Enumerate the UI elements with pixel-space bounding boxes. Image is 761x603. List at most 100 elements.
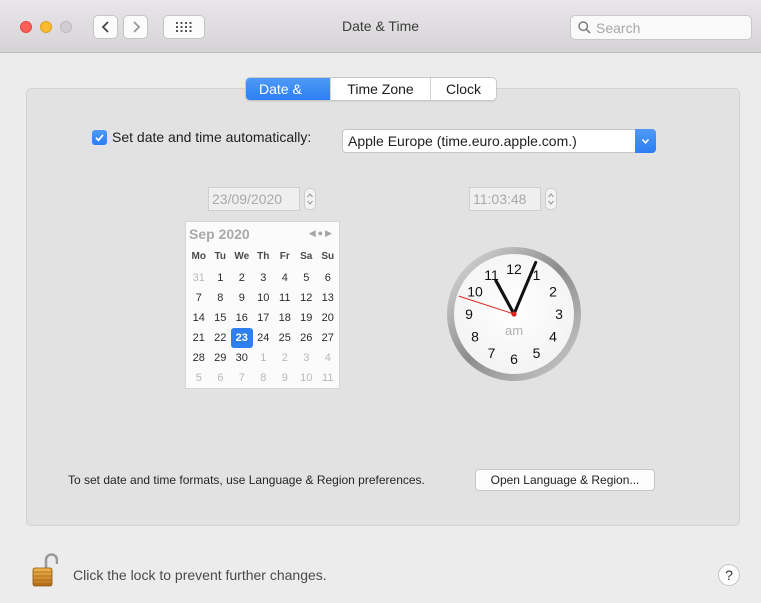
tab-bar: Date & Time Time Zone Clock [245, 77, 497, 101]
calendar-day[interactable]: 22 [210, 328, 232, 348]
calendar-month-label: Sep 2020 [189, 226, 250, 242]
calendar-day[interactable]: 7 [231, 368, 253, 388]
calendar-day[interactable]: 9 [231, 288, 253, 308]
calendar-day[interactable]: 6 [317, 268, 339, 288]
clock-numeral: 7 [488, 345, 496, 361]
title-bar: Date & Time [0, 0, 761, 53]
calendar-day[interactable]: 13 [317, 288, 339, 308]
date-stepper[interactable] [304, 188, 316, 210]
clock-numeral: 5 [533, 345, 541, 361]
stepper-arrows-icon [307, 193, 313, 205]
calendar-day[interactable]: 11 [317, 368, 339, 388]
calendar-day[interactable]: 9 [274, 368, 296, 388]
clock-numeral: 3 [555, 306, 563, 322]
calendar-day[interactable]: 7 [188, 288, 210, 308]
clock-am-pm-label: am [505, 323, 523, 338]
weekday-label: Su [321, 251, 335, 262]
calendar-day[interactable]: 15 [210, 308, 232, 328]
calendar-day[interactable]: 1 [210, 268, 232, 288]
time-server-select[interactable]: Apple Europe (time.euro.apple.com.) [342, 129, 656, 153]
calendar-day[interactable]: 14 [188, 308, 210, 328]
calendar-week-row: 21 22 23 24 25 26 27 [188, 328, 339, 348]
clock-numeral: 6 [510, 351, 518, 367]
calendar-day[interactable]: 20 [317, 308, 339, 328]
calendar-day[interactable]: 25 [274, 328, 296, 348]
calendar-day[interactable]: 19 [296, 308, 318, 328]
time-stepper[interactable] [545, 188, 557, 210]
calendar-day[interactable]: 26 [296, 328, 318, 348]
calendar-weekday-row: Mo Tu We Th Fr Sa Su [188, 248, 339, 268]
calendar-day[interactable]: 16 [231, 308, 253, 328]
weekday-label: Mo [191, 251, 206, 262]
analog-clock: 12 1234567891011 am [447, 247, 581, 381]
calendar-day[interactable]: 31 [188, 268, 210, 288]
tab-time-zone[interactable]: Time Zone [330, 78, 430, 100]
calendar-day[interactable]: 2 [231, 268, 253, 288]
calendar-day[interactable]: 10 [253, 288, 275, 308]
weekday-label: Sa [300, 251, 313, 262]
calendar-week-row: 28 29 30 1 2 3 4 [188, 348, 339, 368]
calendar-day[interactable]: 3 [296, 348, 318, 368]
time-field[interactable]: 11:03:48 [469, 187, 541, 211]
calendar-day[interactable]: 17 [253, 308, 275, 328]
next-month-button[interactable]: ▶ [325, 228, 334, 238]
prev-month-button[interactable]: ◀ [309, 228, 318, 238]
calendar-day[interactable]: 27 [317, 328, 339, 348]
weekday-label: We [234, 251, 250, 262]
weekday-label: Fr [279, 251, 290, 262]
calendar-day[interactable]: 12 [296, 288, 318, 308]
calendar-day[interactable]: 8 [253, 368, 275, 388]
calendar: Sep 2020 ◀●▶ Mo Tu We Th Fr Sa Su 31 1 2 3 4 5 6 7 8 9 10… [185, 221, 340, 389]
calendar-week-row: 14 15 16 17 18 19 20 [188, 308, 339, 328]
auto-time-row: Set date and time automatically: [92, 129, 311, 145]
weekday-label: Tu [214, 251, 226, 262]
today-button[interactable]: ● [318, 228, 325, 238]
calendar-day[interactable]: 24 [253, 328, 275, 348]
calendar-day[interactable]: 5 [296, 268, 318, 288]
calendar-day[interactable]: 2 [274, 348, 296, 368]
unlocked-lock-icon[interactable] [30, 552, 58, 588]
search-field[interactable] [570, 15, 752, 40]
clock-numeral: 8 [471, 329, 479, 345]
dropdown-arrow[interactable] [635, 129, 656, 153]
calendar-day[interactable]: 10 [296, 368, 318, 388]
calendar-day[interactable]: 5 [188, 368, 210, 388]
date-field[interactable]: 23/09/2020 [208, 187, 300, 211]
calendar-day[interactable]: 4 [274, 268, 296, 288]
clock-center-pin [511, 311, 517, 317]
calendar-week-row: 5 6 7 8 9 10 11 [188, 368, 339, 388]
calendar-day[interactable]: 8 [210, 288, 232, 308]
tab-clock[interactable]: Clock [430, 78, 496, 100]
calendar-day[interactable]: 3 [253, 268, 275, 288]
auto-time-label[interactable]: Set date and time automatically: [112, 129, 311, 145]
calendar-day[interactable]: 1 [253, 348, 275, 368]
formats-hint-text: To set date and time formats, use Langua… [68, 473, 425, 487]
calendar-day[interactable]: 23 [231, 328, 253, 348]
checkmark-icon [95, 133, 104, 142]
calendar-day[interactable]: 30 [231, 348, 253, 368]
time-server-value: Apple Europe (time.euro.apple.com.) [348, 133, 577, 149]
clock-numeral: 2 [549, 284, 557, 300]
weekday-label: Th [257, 251, 270, 262]
content-panel [26, 88, 740, 526]
calendar-day[interactable]: 4 [317, 348, 339, 368]
calendar-day[interactable]: 28 [188, 348, 210, 368]
chevron-down-icon [641, 138, 650, 144]
calendar-day[interactable]: 18 [274, 308, 296, 328]
calendar-nav: ◀●▶ [309, 228, 334, 239]
search-input[interactable] [596, 19, 736, 36]
calendar-day[interactable]: 6 [210, 368, 232, 388]
clock-numeral: 10 [467, 284, 483, 300]
calendar-grid: Mo Tu We Th Fr Sa Su 31 1 2 3 4 5 6 7 8 9 10 11 12 13 14 15 16 1… [188, 248, 339, 388]
tab-date-time[interactable]: Date & Time [246, 78, 330, 100]
open-language-region-button[interactable]: Open Language & Region... [475, 469, 655, 491]
auto-time-checkbox[interactable] [92, 129, 107, 145]
calendar-day[interactable]: 21 [188, 328, 210, 348]
calendar-week-row: 31 1 2 3 4 5 6 [188, 268, 339, 288]
clock-numeral: 9 [465, 306, 473, 322]
search-icon [578, 21, 591, 34]
help-button[interactable]: ? [718, 564, 740, 586]
calendar-day[interactable]: 11 [274, 288, 296, 308]
calendar-week-row: 7 8 9 10 11 12 13 [188, 288, 339, 308]
calendar-day[interactable]: 29 [210, 348, 232, 368]
